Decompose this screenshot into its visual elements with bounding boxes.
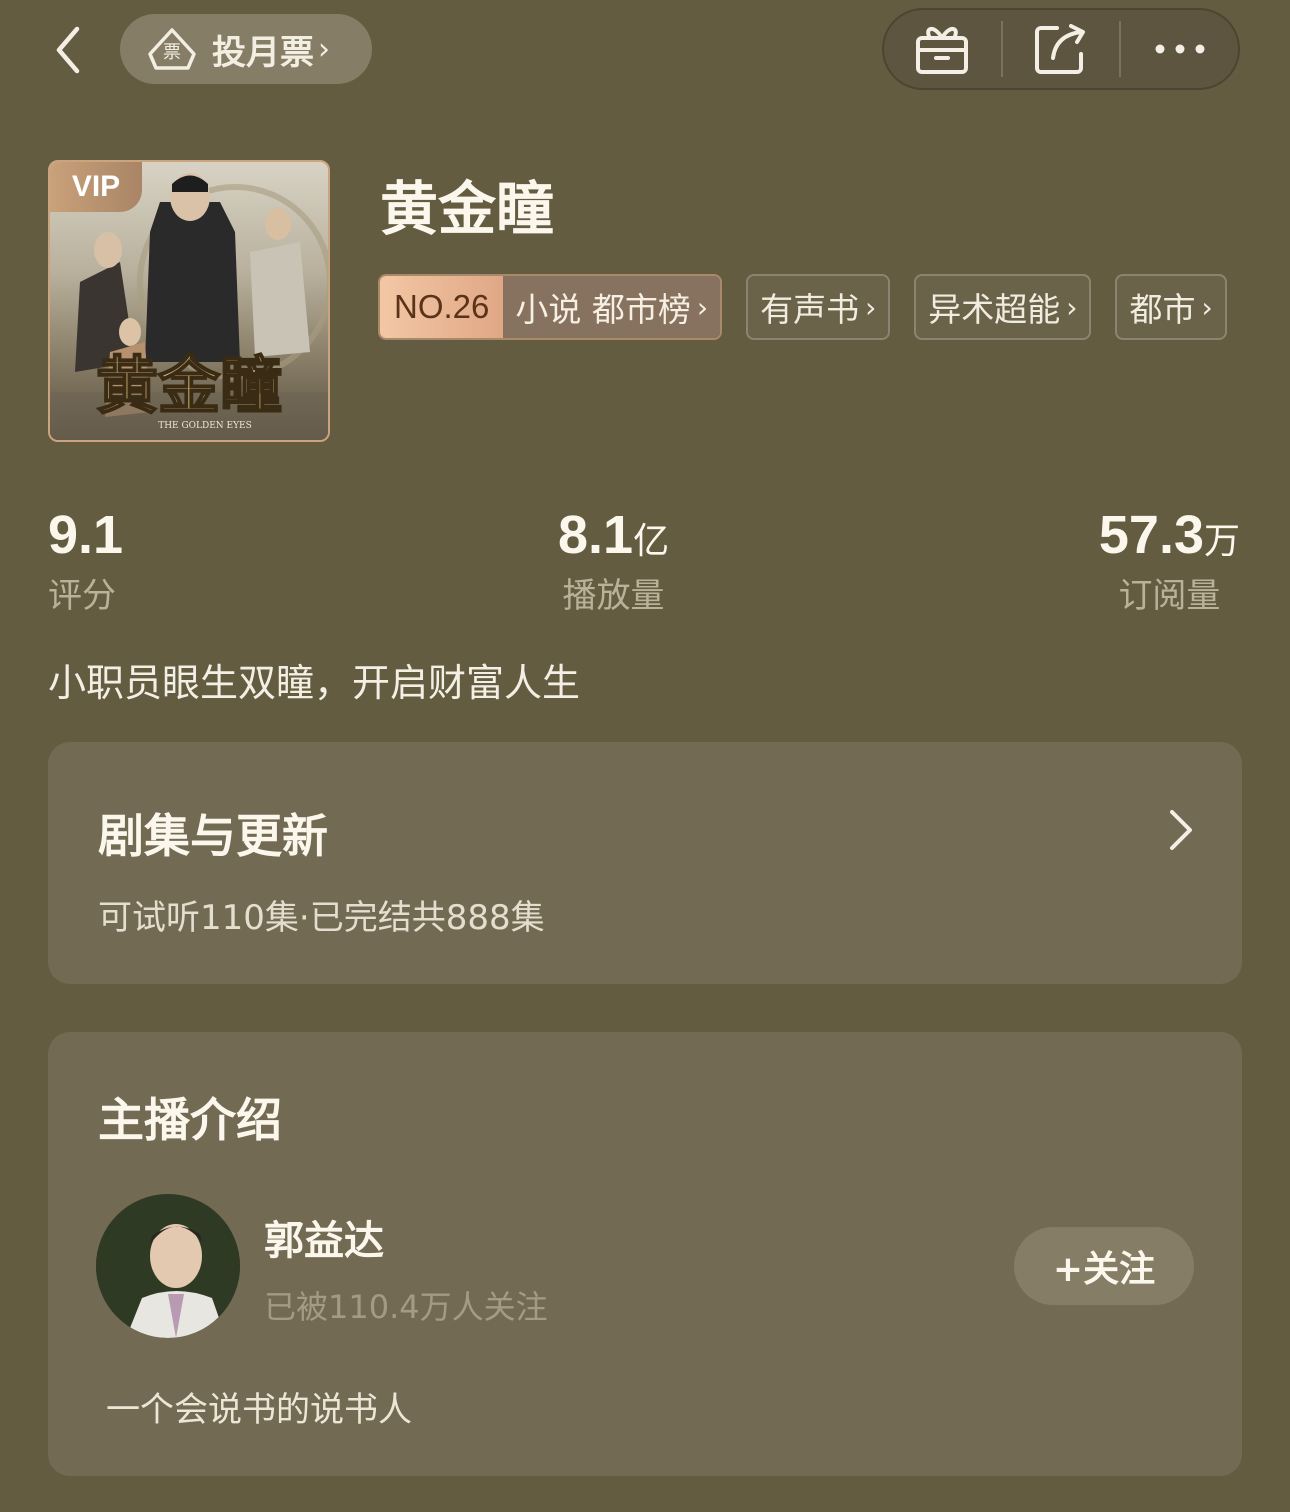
episodes-card[interactable]: 剧集与更新 可试听110集·已完结共888集 (48, 742, 1242, 984)
tag-row: NO.26 小说 都市榜 › 有声书 › 异术超能 › 都市 › (378, 274, 1290, 340)
more-button[interactable] (1121, 10, 1238, 88)
svg-text:THE GOLDEN EYES: THE GOLDEN EYES (158, 421, 252, 431)
chevron-right-icon: › (696, 290, 709, 324)
chevron-right-icon: › (1066, 290, 1078, 324)
vote-monthly-ticket-button[interactable]: 票 投月票 › (120, 14, 372, 84)
subs-value: 57.3 (1098, 505, 1204, 565)
share-button[interactable] (1003, 10, 1120, 88)
share-icon (1035, 24, 1085, 74)
chevron-right-icon: › (318, 31, 330, 67)
host-name[interactable]: 郭益达 (264, 1208, 384, 1266)
rating-label: 评分 (48, 576, 116, 616)
top-action-group (882, 8, 1240, 90)
stat-subscriptions: 57.3万 订阅量 (1099, 504, 1240, 617)
book-title: 黄金瞳 (380, 175, 555, 243)
vote-label: 投月票 (212, 32, 314, 73)
tag-label: 有声书 (760, 290, 860, 329)
tag-urban[interactable]: 都市 › (1115, 274, 1227, 340)
rating-value: 9.1 (48, 505, 124, 565)
more-icon (1155, 44, 1205, 54)
svg-text:票: 票 (163, 42, 181, 63)
chevron-right-icon (1170, 810, 1192, 850)
ticket-icon: 票 (148, 28, 196, 70)
host-section-title: 主播介绍 (98, 1093, 282, 1147)
rank-number: NO.26 (380, 276, 504, 338)
chevron-right-icon: › (1201, 290, 1213, 324)
tag-audiobook[interactable]: 有声书 › (746, 274, 891, 340)
back-button[interactable] (38, 22, 98, 78)
tag-supernatural[interactable]: 异术超能 › (914, 274, 1092, 340)
subs-label: 订阅量 (1118, 576, 1221, 616)
vip-badge: VIP (50, 162, 142, 212)
host-avatar[interactable] (96, 1194, 240, 1338)
stat-plays: 8.1亿 播放量 (558, 504, 669, 617)
stat-rating: 9.1 评分 (48, 504, 123, 617)
plays-label: 播放量 (562, 576, 665, 616)
follow-button[interactable]: +关注 (1014, 1227, 1194, 1305)
plays-unit: 亿 (633, 521, 670, 562)
svg-text:黄金瞳: 黄金瞳 (96, 349, 282, 422)
chevron-right-icon: › (865, 290, 877, 324)
host-portrait (96, 1194, 240, 1338)
rank-tag[interactable]: NO.26 小说 都市榜 › (378, 274, 723, 340)
gift-button[interactable] (884, 10, 1001, 88)
subs-unit: 万 (1203, 521, 1240, 562)
host-bio: 一个会说书的说书人 (106, 1390, 412, 1430)
episodes-title: 剧集与更新 (98, 809, 328, 863)
book-description: 小职员眼生双瞳，开启财富人生 (48, 661, 581, 705)
gift-icon (916, 27, 969, 74)
episodes-subtitle: 可试听110集·已完结共888集 (98, 898, 545, 938)
rank-list-label: 小说 都市榜 (515, 290, 691, 329)
plays-value: 8.1 (558, 505, 634, 565)
tag-label: 都市 (1129, 290, 1196, 329)
book-cover[interactable]: 黄金瞳 THE GOLDEN EYES VIP (48, 160, 330, 442)
host-followers: 已被110.4万人关注 (264, 1288, 548, 1326)
tag-label: 异术超能 (928, 290, 1061, 329)
back-icon (56, 26, 80, 74)
